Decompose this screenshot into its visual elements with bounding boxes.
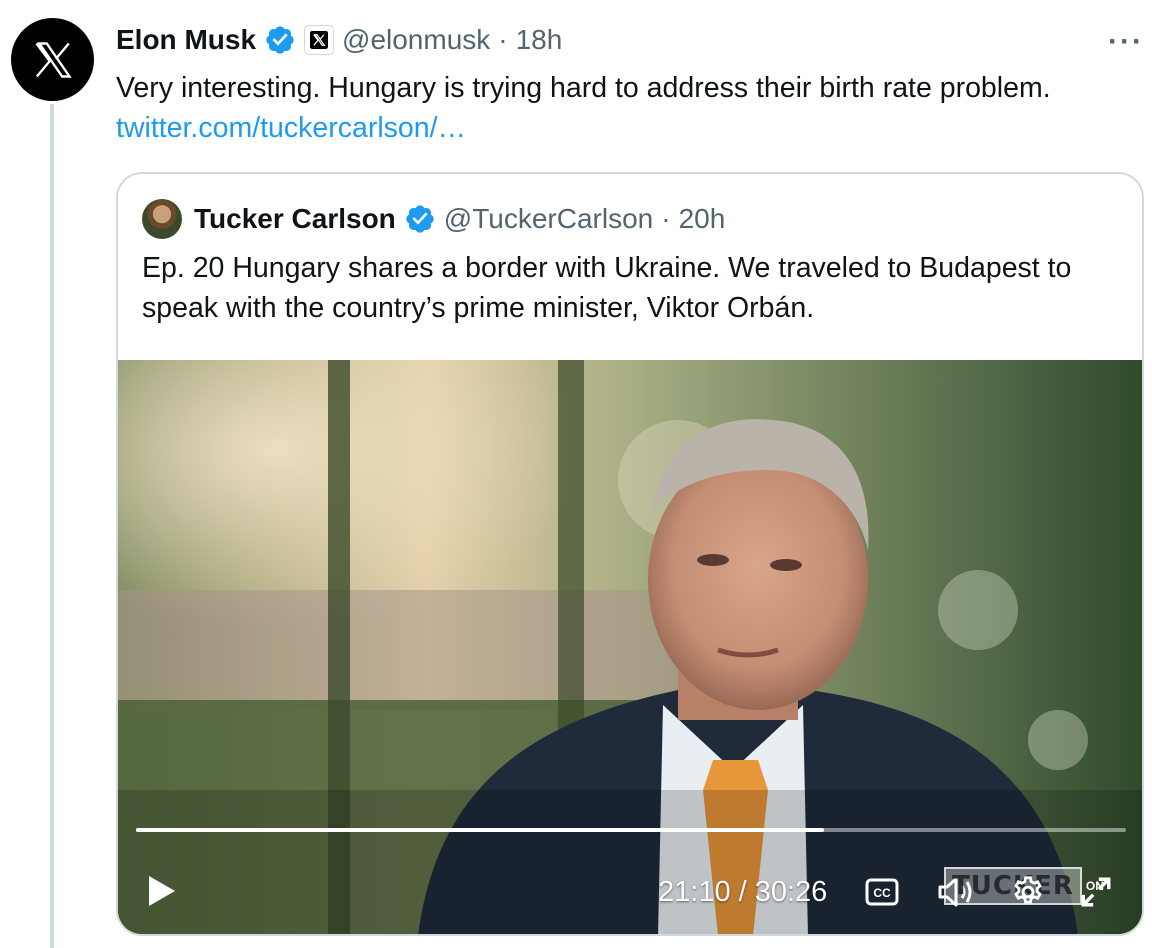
tweet-link[interactable]: twitter.com/tuckercarlson/…	[116, 108, 466, 148]
more-options-button[interactable]: ···	[1100, 22, 1152, 62]
verified-badge-icon	[266, 26, 294, 54]
tweet-text: Very interesting. Hungary is trying hard…	[116, 72, 1051, 104]
author-handle[interactable]: @elonmusk	[342, 24, 490, 56]
separator-dot: ·	[498, 24, 508, 55]
play-button[interactable]	[142, 868, 182, 914]
tweet-header: Elon Musk @elonmusk · 18h	[116, 20, 562, 60]
settings-icon	[1014, 876, 1042, 904]
quoted-author-handle[interactable]: @TuckerCarlson	[444, 203, 653, 235]
video-player[interactable]: 21:10 / 30:26 CC TUCKER ON	[118, 360, 1142, 934]
progress-bar[interactable]	[136, 828, 1126, 832]
closed-captions-icon: CC	[865, 878, 899, 906]
separator-dot: ·	[661, 203, 671, 234]
closed-captions-button[interactable]: CC	[860, 870, 904, 914]
timestamp[interactable]: 18h	[516, 24, 563, 56]
verified-badge-icon	[406, 205, 434, 233]
quoted-tweet-header: Tucker Carlson @TuckerCarlson · 20h	[142, 198, 725, 240]
fullscreen-button[interactable]	[1074, 870, 1118, 914]
progress-bar-fill	[136, 828, 825, 832]
thread-line	[50, 104, 54, 948]
svg-text:CC: CC	[873, 886, 891, 900]
settings-button[interactable]	[1006, 870, 1050, 914]
quoted-author-name[interactable]: Tucker Carlson	[194, 203, 396, 235]
author-name[interactable]: Elon Musk	[116, 24, 256, 56]
play-icon	[149, 876, 175, 906]
quoted-tweet-card[interactable]: Tucker Carlson @TuckerCarlson · 20h Ep. …	[116, 172, 1144, 936]
more-icon: ···	[1108, 25, 1144, 58]
video-timecode: 21:10 / 30:26	[658, 876, 828, 908]
fullscreen-icon	[1081, 877, 1111, 907]
video-frame	[118, 360, 1142, 934]
quoted-timestamp[interactable]: 20h	[679, 203, 726, 235]
quoted-author-avatar[interactable]	[142, 199, 182, 239]
affiliate-x-badge-icon	[304, 25, 335, 55]
x-logo-icon	[35, 41, 72, 78]
quoted-tweet-text: Ep. 20 Hungary shares a border with Ukra…	[142, 252, 1072, 324]
avatar[interactable]	[11, 18, 94, 101]
